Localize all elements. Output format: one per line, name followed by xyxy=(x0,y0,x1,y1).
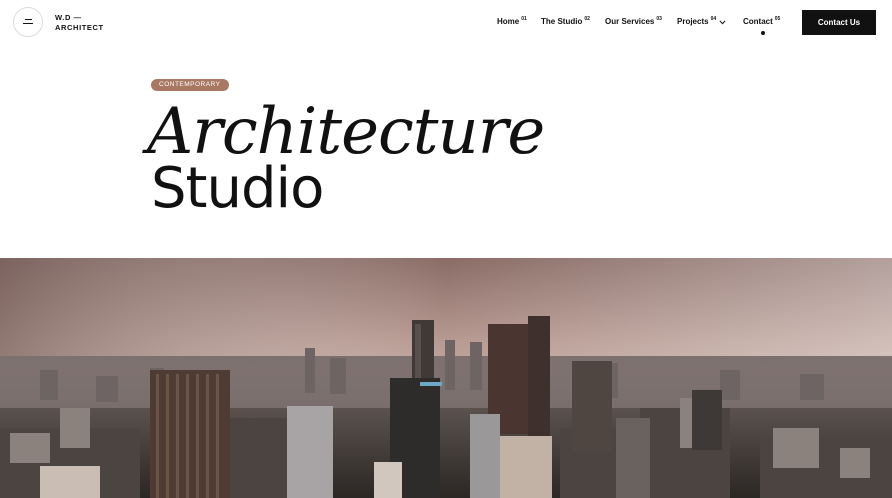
menu-icon xyxy=(23,19,33,24)
nav-item-our-services[interactable]: Our Services 03 xyxy=(605,16,662,26)
contact-us-button[interactable]: Contact Us xyxy=(802,10,876,35)
nav-item-number: 03 xyxy=(656,16,662,22)
city-skyline-illustration xyxy=(0,258,892,498)
category-badge: CONTEMPORARY xyxy=(151,79,229,91)
nav-item-number: 05 xyxy=(774,16,781,22)
nav-item-the-studio[interactable]: The Studio 02 xyxy=(541,16,590,26)
nav-item-number: 01 xyxy=(521,16,527,22)
nav-item-label: The Studio xyxy=(541,17,583,26)
chevron-down-icon[interactable] xyxy=(719,20,726,25)
nav-item-contact[interactable]: Contact 05 xyxy=(743,16,781,26)
brand-logo[interactable]: W.D — ARCHITECT xyxy=(55,13,104,33)
nav-item-label: Projects xyxy=(677,17,709,26)
menu-button[interactable] xyxy=(13,7,43,37)
nav-item-number: 04 xyxy=(710,16,717,22)
active-nav-indicator xyxy=(761,31,765,35)
nav-item-label: Our Services xyxy=(605,17,655,26)
brand-line-2: ARCHITECT xyxy=(55,23,104,32)
hero-title-bold: Studio xyxy=(151,156,324,221)
nav-item-home[interactable]: Home 01 xyxy=(497,16,527,26)
nav-item-number: 02 xyxy=(584,16,590,22)
site-header: W.D — ARCHITECT Home 01 The Studio 02 Our … xyxy=(0,0,892,44)
hero-city-image xyxy=(0,258,892,498)
nav-item-projects[interactable]: Projects 04 xyxy=(677,16,717,26)
nav-item-label: Contact xyxy=(743,17,773,26)
brand-line-1: W.D — xyxy=(55,13,82,22)
nav-item-label: Home xyxy=(497,17,520,26)
